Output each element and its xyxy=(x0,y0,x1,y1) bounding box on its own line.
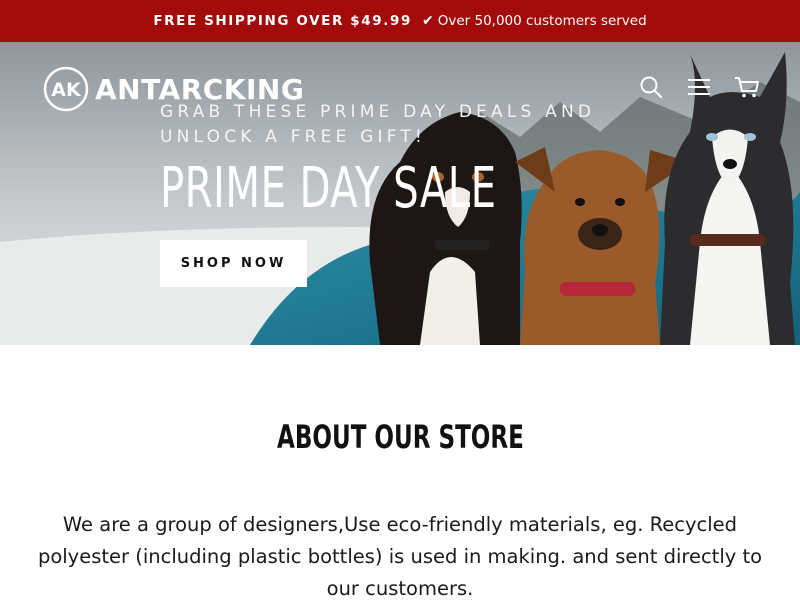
customers-text: Over 50,000 customers served xyxy=(437,13,647,29)
svg-text:AK: AK xyxy=(51,79,82,101)
hero-headline: PRIME DAY SALE xyxy=(160,156,497,221)
cart-icon[interactable] xyxy=(734,74,760,100)
check-icon: ✔ xyxy=(421,13,434,29)
about-description: We are a group of designers,Use eco-frie… xyxy=(37,513,763,600)
about-title-text: ABOUT OUR STORE xyxy=(276,418,524,456)
shop-now-button[interactable]: SHOP NOW xyxy=(160,240,307,287)
hero-tagline: GRAB THESE PRIME DAY DEALS AND UNLOCK A … xyxy=(160,102,596,147)
logo-mark-icon: AK xyxy=(43,66,89,112)
shipping-text: FREE SHIPPING OVER $49.99 xyxy=(153,13,412,29)
hero-banner: AK ANTARCKING GRAB THESE PRIME DAY DEALS… xyxy=(0,42,800,345)
header-icons xyxy=(638,74,760,100)
search-icon[interactable] xyxy=(638,74,664,100)
announcement-bar: FREE SHIPPING OVER $49.99 ✔ Over 50,000 … xyxy=(0,0,800,42)
menu-icon[interactable] xyxy=(686,74,712,100)
about-title: ABOUT OUR STORE xyxy=(0,418,800,456)
